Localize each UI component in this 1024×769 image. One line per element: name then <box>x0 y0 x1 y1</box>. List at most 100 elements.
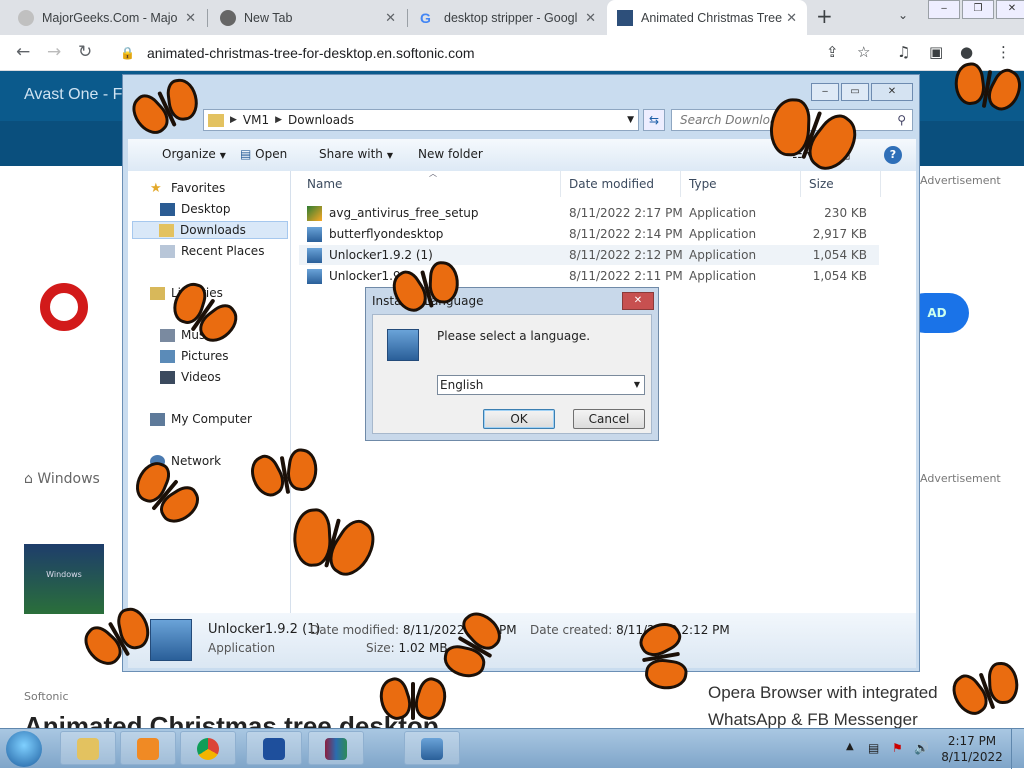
details-type: Application <box>208 641 276 655</box>
nav-my-computer[interactable]: My Computer <box>150 412 252 426</box>
new-folder-button[interactable]: New folder <box>418 147 483 161</box>
kebab-menu-icon[interactable]: ⋮ <box>996 43 1011 61</box>
nav-label: Favorites <box>171 181 226 195</box>
help-icon[interactable]: ? <box>884 146 902 164</box>
nav-recent-places[interactable]: Recent Places <box>160 244 264 258</box>
show-hidden-icons-icon[interactable]: ▲ <box>846 741 854 752</box>
file-name: Unlocker1.9.2 (1) <box>329 248 433 262</box>
maximize-icon[interactable]: ▭ <box>841 83 869 101</box>
address-bar[interactable]: 🔒 animated-christmas-tree-for-desktop.en… <box>110 38 810 68</box>
close-icon[interactable]: ✕ <box>622 292 654 310</box>
chevron-down-icon[interactable]: ▼ <box>627 115 634 125</box>
nav-label: Recent Places <box>181 244 265 258</box>
address-breadcrumb[interactable]: ▶ VM1 ▶ Downloads ▼ <box>203 109 639 131</box>
close-icon[interactable]: ✕ <box>996 0 1024 19</box>
label: Date modified: <box>310 623 400 637</box>
tab-title: Animated Christmas Tree <box>641 10 783 25</box>
label: Size: <box>366 641 395 655</box>
file-type: Application <box>689 206 757 220</box>
softonic-favicon-icon <box>617 9 633 26</box>
installer-icon <box>307 269 322 284</box>
close-tab-icon[interactable]: ✕ <box>786 10 797 26</box>
close-tab-icon[interactable]: ✕ <box>385 10 396 26</box>
app-thumbnail[interactable]: Windows <box>24 544 104 614</box>
search-icon[interactable]: ⚲ <box>897 110 906 130</box>
side-panel-icon[interactable]: ▣ <box>929 43 943 61</box>
breadcrumb-downloads[interactable]: Downloads <box>288 113 354 127</box>
tab-new-tab[interactable]: New Tab ✕ <box>210 0 406 35</box>
open-label: Open <box>255 147 288 161</box>
column-header-name[interactable]: Name ︿ <box>299 169 561 197</box>
new-tab-plus-icon[interactable]: + <box>816 4 833 28</box>
explorer-window-controls: ‒ ▭ ✕ <box>809 83 913 101</box>
forward-arrow-icon[interactable]: → <box>47 42 61 62</box>
breadcrumb-vm1[interactable]: VM1 <box>243 113 269 127</box>
minimize-icon[interactable]: ‒ <box>811 83 839 101</box>
file-date: 8/11/2022 2:11 PM <box>569 269 683 283</box>
file-row[interactable]: avg_antivirus_free_setup 8/11/2022 2:17 … <box>299 203 879 223</box>
reload-icon[interactable]: ↻ <box>78 42 92 62</box>
cancel-button[interactable]: Cancel <box>573 409 645 429</box>
file-size: 1,054 KB <box>812 248 867 262</box>
file-row[interactable]: Unlocker1.9.2 (1) 8/11/2022 2:12 PM Appl… <box>299 245 879 265</box>
nav-label: Videos <box>181 370 221 384</box>
file-row[interactable]: Unlocker1.9.2 8/11/2022 2:11 PM Applicat… <box>299 266 879 286</box>
folder-icon <box>208 113 224 127</box>
media-icon[interactable]: ♫ <box>897 43 910 61</box>
lock-icon[interactable]: 🔒 <box>120 46 135 60</box>
winrar-icon[interactable] <box>308 731 364 765</box>
installer-icon[interactable] <box>404 731 460 765</box>
nav-videos[interactable]: Videos <box>160 370 221 384</box>
avast-banner-text[interactable]: Avast One - Fr <box>24 86 128 104</box>
thumbnail-label: Windows <box>46 570 82 579</box>
file-date: 8/11/2022 2:14 PM <box>569 227 683 241</box>
chevron-right-icon[interactable]: ▶ <box>230 115 237 125</box>
start-button-icon[interactable] <box>6 731 42 767</box>
nav-desktop[interactable]: Desktop <box>160 202 231 216</box>
tab-majorgeeks[interactable]: MajorGeeks.Com - Majo ✕ <box>8 0 206 35</box>
system-clock[interactable]: 2:17 PM 8/11/2022 <box>940 733 1004 765</box>
file-row[interactable]: butterflyondesktop 8/11/2022 2:14 PM App… <box>299 224 879 244</box>
installer-icon <box>387 329 419 361</box>
close-tab-icon[interactable]: ✕ <box>585 10 596 26</box>
file-explorer-icon[interactable] <box>60 731 116 765</box>
close-icon[interactable]: ✕ <box>871 83 913 101</box>
breadcrumb[interactable]: ⌂ Windows <box>24 471 100 487</box>
details-pane: Unlocker1.9.2 (1) Application Date modif… <box>128 613 916 668</box>
column-header-date[interactable]: Date modified <box>561 171 681 197</box>
share-icon[interactable]: ⇪ <box>826 43 839 61</box>
network-tray-icon[interactable]: ▤ <box>868 741 879 755</box>
star-icon[interactable]: ☆ <box>857 43 870 61</box>
open-button[interactable]: ▤ Open <box>240 147 287 161</box>
label: Date created: <box>530 623 613 637</box>
powershell-icon[interactable] <box>246 731 302 765</box>
tab-google-search[interactable]: G desktop stripper - Googl ✕ <box>410 0 606 35</box>
column-header-type[interactable]: Type <box>681 171 801 197</box>
restore-icon[interactable]: ❐ <box>962 0 994 19</box>
tab-title: New Tab <box>244 10 293 25</box>
chrome-icon[interactable] <box>180 731 236 765</box>
chevron-down-icon[interactable]: ▼ <box>634 376 640 394</box>
clock-date: 8/11/2022 <box>941 750 1003 764</box>
tab-search-chevron-icon[interactable]: ⌄ <box>898 8 908 22</box>
action-center-icon[interactable]: ⚑ <box>892 741 903 755</box>
tab-animated-christmas-tree[interactable]: Animated Christmas Tree ✕ <box>607 0 807 35</box>
back-arrow-icon[interactable]: ← <box>16 42 30 62</box>
volume-icon[interactable]: 🔊 <box>914 741 929 755</box>
file-type: Application <box>689 248 757 262</box>
chevron-right-icon[interactable]: ▶ <box>275 115 282 125</box>
file-name: avg_antivirus_free_setup <box>329 206 479 220</box>
minimize-icon[interactable]: ‒ <box>928 0 960 19</box>
breadcrumb-windows[interactable]: Windows <box>37 471 100 487</box>
share-with-button[interactable]: Share with ▼ <box>319 147 393 161</box>
nav-downloads[interactable]: Downloads <box>132 221 288 239</box>
show-desktop-button[interactable] <box>1011 729 1024 769</box>
nav-favorites[interactable]: ★ Favorites <box>150 181 225 195</box>
organize-button[interactable]: Organize ▼ <box>162 147 226 161</box>
media-player-icon[interactable] <box>120 731 176 765</box>
refresh-icon[interactable]: ⇆ <box>643 109 665 131</box>
close-tab-icon[interactable]: ✕ <box>185 10 196 26</box>
ok-button[interactable]: OK <box>483 409 555 429</box>
language-select[interactable]: English ▼ <box>437 375 645 395</box>
opera-logo-icon <box>40 283 88 331</box>
